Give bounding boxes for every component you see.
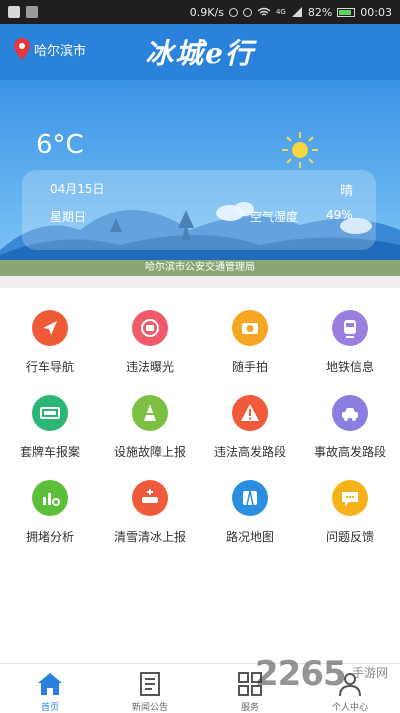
temperature: 6°C (36, 130, 84, 160)
watermark-sub: 手游网 (352, 666, 389, 680)
service-label: 设施故障上报 (113, 445, 186, 459)
road-map-icon (232, 480, 268, 516)
wifi-icon (257, 7, 271, 16)
service-label: 拥堵分析 (25, 530, 74, 544)
service-item[interactable]: 设施故障上报 (100, 381, 200, 461)
service-item[interactable]: 问题反馈 (300, 466, 400, 546)
weather-weekday: 星期日 (50, 210, 87, 224)
service-label: 套牌车报案 (19, 445, 80, 459)
service-item[interactable]: 违法曝光 (100, 296, 200, 376)
signal-type: 4G (275, 8, 286, 16)
camera-icon (232, 310, 268, 346)
status-bar: 0.9K/s 4G 82% 00:03 (0, 0, 400, 24)
service-item[interactable]: 拥堵分析 (0, 466, 100, 546)
violation-icon (132, 310, 168, 346)
battery-percent: 82% (307, 5, 333, 19)
weather-date: 04月15日 (50, 182, 105, 196)
sun-icon (282, 132, 318, 168)
clock: 00:03 (360, 5, 392, 19)
service-item[interactable]: 套牌车报案 (0, 381, 100, 461)
nav-news-label: 新闻公告 (131, 703, 168, 713)
app-notification-icon (26, 6, 38, 18)
humidity-label: 空气湿度 (250, 210, 299, 224)
service-item[interactable]: 事故高发路段 (300, 381, 400, 461)
chart-analysis-icon (32, 480, 68, 516)
battery-icon (337, 7, 356, 17)
weather-panel: 6°C 04月15日 晴 星期日 空气湿度 49% (0, 80, 400, 260)
nav-services-label: 服务 (240, 703, 259, 713)
network-speed: 0.9K/s (189, 5, 224, 19)
service-label: 路况地图 (225, 530, 274, 544)
section-divider (0, 276, 400, 288)
warning-icon (232, 395, 268, 431)
traffic-cone-icon (132, 395, 168, 431)
service-item[interactable]: 行车导航 (0, 296, 100, 376)
eye-icon (242, 7, 252, 17)
watermark-logo: 2265 (255, 654, 347, 694)
service-item[interactable]: 清雪清冰上报 (100, 466, 200, 546)
notification-icon (8, 6, 20, 18)
nav-profile-label: 个人中心 (331, 703, 368, 713)
headset-icon (228, 7, 238, 17)
service-label: 违法曝光 (125, 360, 174, 374)
service-item[interactable]: 随手拍 (200, 296, 300, 376)
service-label: 随手拍 (231, 360, 268, 374)
service-label: 问题反馈 (325, 530, 374, 544)
service-label: 行车导航 (25, 360, 74, 374)
humidity-value: 49% (326, 208, 353, 222)
app-title: 冰城e行 (145, 37, 255, 70)
navigation-arrow-icon (32, 310, 68, 346)
service-item[interactable]: 地铁信息 (300, 296, 400, 376)
service-item[interactable]: 路况地图 (200, 466, 300, 546)
feedback-chat-icon (332, 480, 368, 516)
service-label: 地铁信息 (325, 360, 374, 374)
nav-home[interactable]: 首页 (0, 664, 100, 713)
subway-icon (332, 310, 368, 346)
car-accident-icon (332, 395, 368, 431)
agency-banner: 哈尔滨市公安交通管理局 (0, 260, 400, 276)
service-label: 清雪清冰上报 (113, 530, 186, 544)
nav-news[interactable]: 新闻公告 (100, 664, 200, 713)
license-plate-icon (32, 395, 68, 431)
home-icon (38, 673, 62, 695)
service-label: 事故高发路段 (313, 445, 386, 459)
service-item[interactable]: 违法高发路段 (200, 381, 300, 461)
weather-condition: 晴 (340, 184, 354, 199)
snow-car-icon (132, 480, 168, 516)
service-label: 违法高发路段 (213, 445, 286, 459)
app-header: 哈尔滨市 冰城e行 (0, 24, 400, 80)
news-icon (140, 672, 160, 696)
signal-icon (291, 7, 302, 17)
nav-home-label: 首页 (40, 703, 59, 713)
